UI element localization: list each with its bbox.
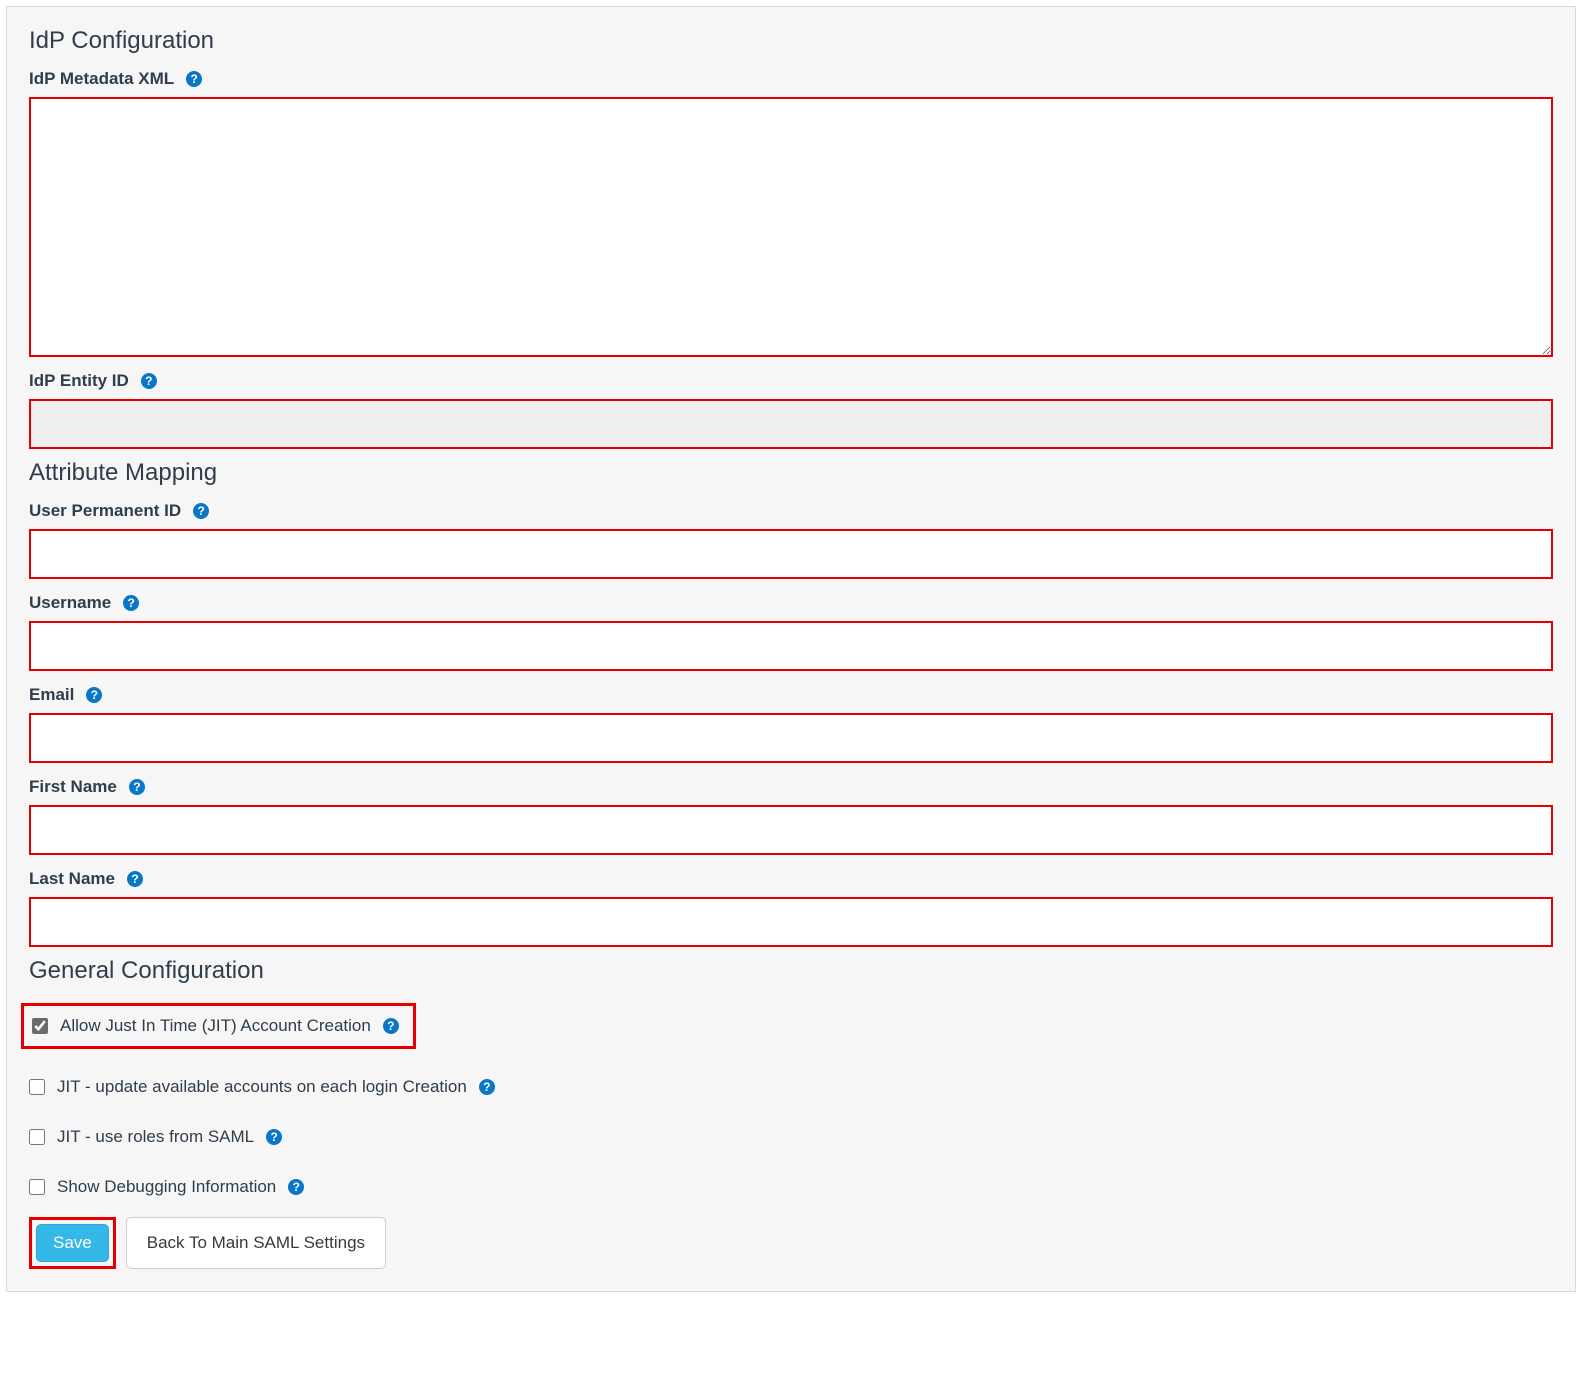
section-general-configuration: General Configuration	[29, 957, 1553, 985]
section-attribute-mapping: Attribute Mapping	[29, 459, 1553, 487]
section-idp-configuration: IdP Configuration	[29, 27, 1553, 55]
save-button[interactable]: Save	[36, 1224, 109, 1262]
label-username: Username ?	[29, 593, 1553, 613]
help-icon[interactable]: ?	[193, 503, 209, 519]
label-text-last-name: Last Name	[29, 869, 115, 889]
input-user-permanent-id[interactable]	[29, 529, 1553, 579]
checkbox-label-jit-create: Allow Just In Time (JIT) Account Creatio…	[60, 1016, 371, 1036]
input-username[interactable]	[29, 621, 1553, 671]
label-first-name: First Name ?	[29, 777, 1553, 797]
label-email: Email ?	[29, 685, 1553, 705]
save-highlight: Save	[29, 1217, 116, 1269]
label-text-email: Email	[29, 685, 74, 705]
help-icon[interactable]: ?	[129, 779, 145, 795]
checkbox-jit-update[interactable]	[29, 1079, 45, 1095]
jit-create-highlight: Allow Just In Time (JIT) Account Creatio…	[21, 1003, 416, 1049]
label-text-idp-entity-id: IdP Entity ID	[29, 371, 129, 391]
label-text-first-name: First Name	[29, 777, 117, 797]
saml-config-panel: IdP Configuration IdP Metadata XML ? IdP…	[6, 6, 1576, 1292]
input-idp-metadata-xml[interactable]	[29, 97, 1553, 357]
help-icon[interactable]: ?	[266, 1129, 282, 1145]
help-icon[interactable]: ?	[186, 71, 202, 87]
input-email[interactable]	[29, 713, 1553, 763]
checkbox-show-debug[interactable]	[29, 1179, 45, 1195]
label-text-user-permanent-id: User Permanent ID	[29, 501, 181, 521]
help-icon[interactable]: ?	[383, 1018, 399, 1034]
checkbox-jit-roles[interactable]	[29, 1129, 45, 1145]
help-icon[interactable]: ?	[288, 1179, 304, 1195]
label-user-permanent-id: User Permanent ID ?	[29, 501, 1553, 521]
help-icon[interactable]: ?	[86, 687, 102, 703]
input-idp-entity-id[interactable]	[29, 399, 1553, 449]
help-icon[interactable]: ?	[127, 871, 143, 887]
checkbox-label-jit-update: JIT - update available accounts on each …	[57, 1077, 467, 1097]
checkbox-label-jit-roles: JIT - use roles from SAML	[57, 1127, 254, 1147]
label-idp-metadata-xml: IdP Metadata XML ?	[29, 69, 1553, 89]
help-icon[interactable]: ?	[141, 373, 157, 389]
input-last-name[interactable]	[29, 897, 1553, 947]
checkbox-jit-create[interactable]	[32, 1018, 48, 1034]
label-text-username: Username	[29, 593, 111, 613]
checkbox-label-show-debug: Show Debugging Information	[57, 1177, 276, 1197]
label-last-name: Last Name ?	[29, 869, 1553, 889]
back-to-main-saml-button[interactable]: Back To Main SAML Settings	[126, 1217, 386, 1269]
label-text-idp-metadata-xml: IdP Metadata XML	[29, 69, 174, 89]
input-first-name[interactable]	[29, 805, 1553, 855]
label-idp-entity-id: IdP Entity ID ?	[29, 371, 1553, 391]
help-icon[interactable]: ?	[123, 595, 139, 611]
help-icon[interactable]: ?	[479, 1079, 495, 1095]
